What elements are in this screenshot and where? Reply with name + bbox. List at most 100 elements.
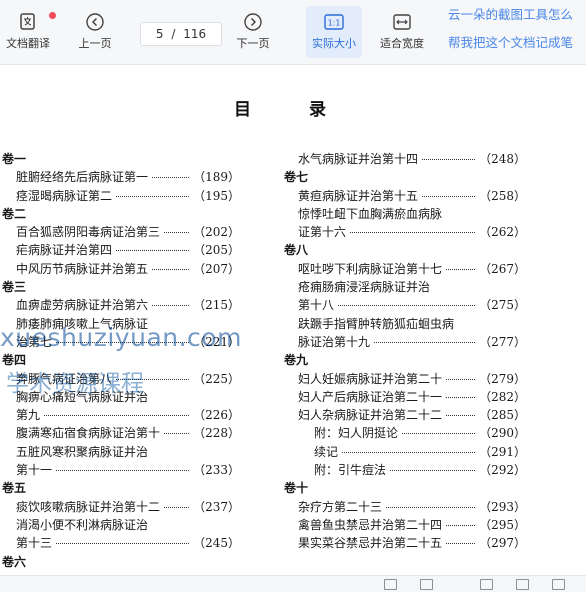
toc-section-heading: 卷八 xyxy=(284,241,526,259)
toc-leader-dots xyxy=(342,451,475,453)
double-page-view-icon[interactable] xyxy=(420,579,433,590)
next-page-button[interactable]: 下一页 xyxy=(228,6,278,58)
toc-entry-page: （195） xyxy=(193,188,240,203)
notification-badge xyxy=(49,12,56,19)
toc-entry[interactable]: 黄疸病脉证并治第十五 （258） xyxy=(284,187,526,205)
toc-entry[interactable]: 五脏风寒积聚病脉证并治 xyxy=(2,443,240,461)
toc-entry[interactable]: 消渴小便不利淋病脉证治 xyxy=(2,516,240,534)
toc-entry[interactable]: 妇人杂病脉证并治第二十二 （285） xyxy=(284,406,526,424)
toc-entry-title: 第九 xyxy=(16,408,41,423)
toc-entry-page: （245） xyxy=(193,536,240,551)
actual-size-icon: 1:1 xyxy=(324,14,344,30)
toc-entry-title: 呕吐哕下利病脉证治第十七 xyxy=(298,261,443,276)
toc-leader-dots xyxy=(56,341,189,343)
toc-leader-dots xyxy=(446,268,475,270)
toc-entry-title: 疮痈肠痈浸淫病脉证并治 xyxy=(298,280,431,295)
toc-entry[interactable]: 胸痹心痛短气病脉证并治 xyxy=(2,388,240,406)
toc-entry-page: （233） xyxy=(193,463,240,478)
toc-entry[interactable]: 痰饮咳嗽病脉证并治第十二 （237） xyxy=(2,498,240,516)
toc-entry[interactable]: 奔豚气病证治第八 （225） xyxy=(2,370,240,388)
toc-leader-dots xyxy=(152,305,189,307)
toc-entry[interactable]: 证第十六 （262） xyxy=(284,223,526,241)
toc-entry[interactable]: 中风历节病脉证并治第五 （207） xyxy=(2,260,240,278)
toc-section-heading: 卷五 xyxy=(2,479,240,497)
banner-line-2: 帮我把这个文档记成笔 xyxy=(448,35,574,50)
toc-entry-page: （282） xyxy=(479,389,526,404)
toc-entry[interactable]: 禽兽鱼虫禁忌并治第二十四 （295） xyxy=(284,516,526,534)
toc-entry-title: 趺蹶手指臂肿转筋狐疝蛔虫病 xyxy=(298,316,455,331)
toc-leader-dots xyxy=(446,378,475,380)
toc-entry-page: （215） xyxy=(193,298,240,313)
toc-entry-title: 续记 xyxy=(314,444,339,459)
toc-entry[interactable]: 趺蹶手指臂肿转筋狐疝蛔虫病 xyxy=(284,315,526,333)
document-page: 目 录 卷一 脏腑经络先后病脉证第一 （189） 痉湿暍病脉证第二 （195） 卷二 百合狐… xyxy=(0,65,586,575)
toc-entry-page: （248） xyxy=(479,152,526,166)
toc-entry[interactable]: 呕吐哕下利病脉证治第十七 （267） xyxy=(284,260,526,278)
toc-entry-title: 妇人杂病脉证并治第二十二 xyxy=(298,408,443,423)
toc-entry[interactable]: 杂疗方第二十三 （293） xyxy=(284,498,526,516)
toc-entry-page: （290） xyxy=(479,426,526,441)
toc-entry-page: （267） xyxy=(479,261,526,276)
toc-entry[interactable]: 脉证治第十九 （277） xyxy=(284,333,526,351)
toc-entry-title: 卷五 xyxy=(2,481,27,496)
toc-entry-page: （205） xyxy=(193,243,240,258)
toc-entry[interactable]: 果实菜谷禁忌并治第二十五 （297） xyxy=(284,534,526,552)
svg-text:1:1: 1:1 xyxy=(328,19,341,28)
fullscreen-icon[interactable] xyxy=(552,579,565,590)
translate-icon xyxy=(20,13,35,30)
toc-entry[interactable]: 续记 （291） xyxy=(284,443,526,461)
status-bar xyxy=(0,575,586,592)
toc-entry-title: 治第七 xyxy=(16,334,53,349)
translate-button[interactable]: 文档翻译 xyxy=(2,6,56,58)
toc-entry[interactable]: 第九 （226） xyxy=(2,406,240,424)
page-number-input[interactable]: 5 / 116 xyxy=(140,22,222,46)
toc-leader-dots xyxy=(56,470,189,472)
toc-entry-page: （275） xyxy=(479,298,526,313)
toc-entry-page: （225） xyxy=(193,371,240,386)
toc-entry-title: 中风历节病脉证并治第五 xyxy=(16,261,149,276)
toc-entry[interactable]: 脏腑经络先后病脉证第一 （189） xyxy=(2,168,240,186)
total-pages: 116 xyxy=(183,27,207,41)
toc-entry[interactable]: 妇人妊娠病脉证并治第二十 （279） xyxy=(284,370,526,388)
toc-entry[interactable]: 治第七 （221） xyxy=(2,333,240,351)
toc-entry[interactable]: 血痹虚劳病脉证并治第六 （215） xyxy=(2,296,240,314)
toc-entry[interactable]: 疟病脉证并治第四 （205） xyxy=(2,241,240,259)
toc-entry-page: （292） xyxy=(479,463,526,478)
toc-entry[interactable]: 痉湿暍病脉证第二 （195） xyxy=(2,187,240,205)
toc-entry[interactable]: 百合狐惑阴阳毒病证治第三 （202） xyxy=(2,223,240,241)
book-view-icon[interactable] xyxy=(516,579,529,590)
toc-entry[interactable]: 疮痈肠痈浸淫病脉证并治 xyxy=(284,278,526,296)
toc-entry-title: 证第十六 xyxy=(298,225,347,240)
toc-section-heading: 卷七 xyxy=(284,168,526,186)
toc-entry-title: 禽兽鱼虫禁忌并治第二十四 xyxy=(298,517,443,532)
toc-leader-dots xyxy=(446,543,475,545)
toc-entry[interactable]: 腹满寒疝宿食病脉证治第十 （228） xyxy=(2,424,240,442)
toc-entry[interactable]: 惊悸吐衄下血胸满瘀血病脉 xyxy=(284,205,526,223)
toc-entry[interactable]: 肺痿肺痈咳嗽上气病脉证 xyxy=(2,315,240,333)
assistant-banner[interactable]: 云一朵的截图工具怎么 帮我把这个文档记成笔 xyxy=(440,0,586,64)
toc-leader-dots xyxy=(116,250,189,252)
toc-leader-dots xyxy=(56,543,189,545)
fit-width-label: 适合宽度 xyxy=(380,37,424,50)
toc-entry-title: 奔豚气病证治第八 xyxy=(16,371,113,386)
toc-leader-dots xyxy=(116,195,189,197)
continuous-view-icon[interactable] xyxy=(480,579,493,590)
toc-entry[interactable]: 附：妇人阴挺论 （290） xyxy=(284,424,526,442)
toc-entry[interactable]: 妇人产后病脉证治第二十一 （282） xyxy=(284,388,526,406)
fit-width-button[interactable]: 适合宽度 xyxy=(374,6,430,58)
toc-entry-title: 疟病脉证并治第四 xyxy=(16,243,113,258)
toc-entry-page: （279） xyxy=(479,371,526,386)
toc-entry-page: （295） xyxy=(479,517,526,532)
toc-entry[interactable]: 附：引牛痘法 （292） xyxy=(284,461,526,479)
toc-entry[interactable]: 第十三 （245） xyxy=(2,534,240,552)
toc-leader-dots xyxy=(164,232,189,234)
actual-size-button[interactable]: 1:1 实际大小 xyxy=(306,6,362,58)
toc-entry-title: 第十一 xyxy=(16,463,53,478)
toc-section-heading: 卷六 xyxy=(2,553,240,571)
single-page-view-icon[interactable] xyxy=(384,579,397,590)
toc-entry[interactable]: 水气病脉证并治第十四 （248） xyxy=(284,150,526,168)
toc-entry[interactable]: 第十八 （275） xyxy=(284,296,526,314)
prev-page-button[interactable]: 上一页 xyxy=(70,6,120,58)
toc-entry-title: 果实菜谷禁忌并治第二十五 xyxy=(298,536,443,551)
toc-entry[interactable]: 第十一 （233） xyxy=(2,461,240,479)
